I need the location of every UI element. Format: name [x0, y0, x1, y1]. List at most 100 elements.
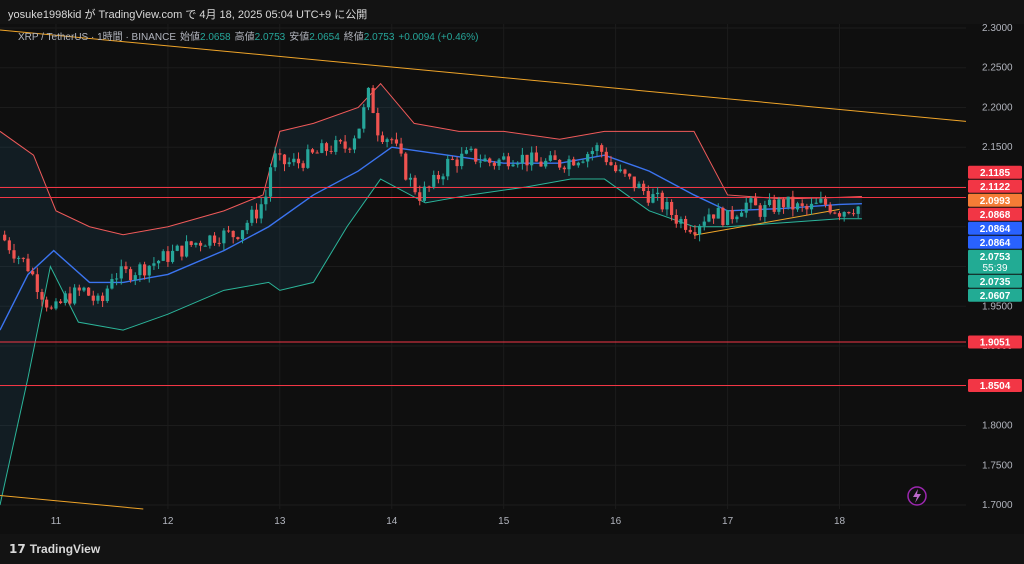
- candle-body: [21, 257, 25, 259]
- candle-body: [282, 154, 287, 165]
- candle-body: [212, 235, 217, 243]
- price-label: 2.0993: [980, 196, 1011, 207]
- candle-body: [823, 198, 828, 205]
- candle-body: [217, 242, 221, 244]
- candle-body: [138, 264, 142, 276]
- candle-body: [837, 213, 842, 217]
- candle-body: [646, 191, 650, 203]
- y-tick-label: 1.9500: [982, 301, 1013, 312]
- candle-body: [147, 265, 151, 276]
- candle-body: [287, 162, 291, 165]
- candle-body: [833, 212, 837, 214]
- candle-body: [656, 192, 660, 195]
- y-tick-label: 2.2500: [982, 63, 1013, 74]
- candle-body: [684, 218, 688, 230]
- candle-body: [296, 158, 301, 164]
- legend-low-value: 2.0654: [309, 32, 340, 43]
- candle-body: [520, 154, 524, 164]
- candle-body: [101, 295, 105, 302]
- x-tick-label: 17: [722, 516, 734, 527]
- candle-body: [464, 150, 468, 154]
- candle-body: [674, 214, 678, 224]
- y-tick-label: 2.2000: [982, 102, 1013, 113]
- candle-body: [586, 154, 590, 162]
- candle-body: [264, 196, 268, 205]
- price-label: 2.0753: [980, 252, 1011, 263]
- candle-body: [469, 148, 473, 151]
- candle-body: [711, 214, 716, 219]
- candle-body: [716, 207, 720, 219]
- candle-body: [679, 218, 683, 224]
- candle-body: [525, 154, 529, 166]
- candle-body: [77, 287, 81, 291]
- candle-body: [492, 162, 496, 166]
- candle-body: [767, 199, 772, 205]
- candle-body: [670, 201, 674, 215]
- candle-body: [772, 199, 776, 212]
- candle-body: [208, 235, 212, 246]
- tradingview-logo: 𝟭𝟳 TradingView: [9, 542, 101, 556]
- candle-body: [800, 203, 804, 206]
- x-tick-label: 18: [834, 516, 846, 527]
- candle-body: [805, 205, 809, 210]
- candle-body: [809, 203, 814, 210]
- footer-bar: 𝟭𝟳 TradingView: [0, 534, 1024, 564]
- candle-body: [516, 163, 520, 165]
- candle-body: [446, 158, 450, 177]
- candle-body: [63, 293, 67, 304]
- candle-body: [175, 245, 179, 251]
- candle-body: [26, 258, 30, 272]
- candle-body: [604, 151, 608, 163]
- candle-body: [497, 159, 501, 166]
- candle-body: [744, 202, 748, 213]
- x-tick-label: 13: [274, 516, 286, 527]
- candle-body: [334, 140, 338, 152]
- candle-body: [474, 148, 478, 162]
- candle-body: [693, 232, 697, 235]
- candle-body: [548, 155, 552, 161]
- y-tick-label: 1.7000: [982, 500, 1013, 511]
- candle-body: [697, 225, 702, 235]
- candle-body: [49, 307, 53, 309]
- candle-body: [688, 229, 692, 233]
- candle-body: [478, 161, 482, 163]
- candle-body: [399, 143, 403, 154]
- candle-body: [329, 150, 333, 152]
- candle-body: [763, 204, 767, 217]
- candle-body: [357, 128, 361, 139]
- candle-body: [623, 169, 627, 174]
- candle-body: [842, 211, 846, 217]
- candle-body: [721, 207, 725, 226]
- candle-body: [488, 158, 492, 163]
- candle-body: [292, 158, 296, 163]
- candle-body: [278, 153, 282, 155]
- candle-body: [310, 149, 315, 153]
- candle-body: [17, 257, 21, 259]
- candle-body: [254, 209, 259, 219]
- candle-body: [791, 196, 795, 210]
- legend-high-label: 高値: [235, 30, 255, 43]
- countdown-label: 55:39: [982, 263, 1007, 274]
- candle-body: [128, 269, 133, 281]
- candle-body: [427, 186, 431, 188]
- price-chart[interactable]: 1.70001.75001.80001.85001.90001.95002.00…: [0, 24, 1024, 534]
- candle-body: [231, 230, 235, 238]
- candle-body: [651, 194, 655, 203]
- candle-body: [184, 241, 189, 257]
- candle-body: [124, 266, 128, 270]
- x-tick-label: 14: [386, 516, 398, 527]
- candle-body: [758, 205, 762, 217]
- candle-body: [628, 173, 632, 177]
- candle-body: [12, 250, 16, 259]
- candle-body: [506, 156, 510, 167]
- candle-body: [31, 271, 35, 275]
- candle-body: [637, 183, 641, 189]
- candle-body: [436, 174, 441, 180]
- candle-body: [777, 199, 781, 212]
- candle-body: [119, 266, 123, 279]
- candle-body: [133, 275, 137, 281]
- price-label: 2.0607: [980, 291, 1011, 302]
- candle-body: [385, 139, 389, 143]
- candle-body: [404, 153, 408, 180]
- publish-info: yosuke1998kid が TradingView.com で 4月 18,…: [8, 9, 368, 21]
